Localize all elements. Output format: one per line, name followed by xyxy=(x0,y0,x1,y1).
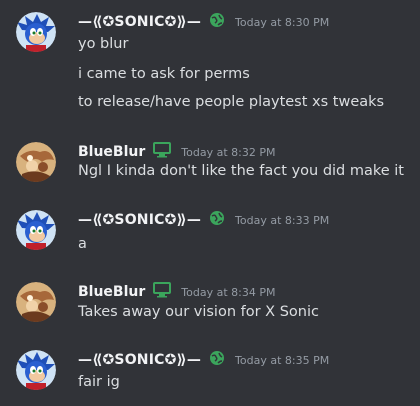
message-header: —⟪✪SONIC✪⟫— Today at 8:33 PM xyxy=(78,210,329,230)
globe-icon xyxy=(209,210,225,230)
username[interactable]: —⟪✪SONIC✪⟫— xyxy=(78,14,201,30)
avatar-blueblur[interactable] xyxy=(16,142,56,182)
timestamp[interactable]: Today at 8:33 PM xyxy=(235,214,329,227)
blueblur-avatar-icon xyxy=(16,282,56,322)
message-header: BlueBlur Today at 8:34 PM xyxy=(78,282,275,302)
blueblur-avatar-icon xyxy=(16,142,56,182)
message-text: to release/have people playtest xs tweak… xyxy=(78,94,385,110)
timestamp[interactable]: Today at 8:35 PM xyxy=(235,354,329,367)
username[interactable]: —⟪✪SONIC✪⟫— xyxy=(78,212,201,228)
username[interactable]: BlueBlur xyxy=(78,144,145,160)
globe-icon xyxy=(209,350,225,370)
message-text: fair ig xyxy=(78,374,120,390)
message-text: yo blur xyxy=(78,36,129,52)
username[interactable]: BlueBlur xyxy=(78,284,145,300)
message-group: BlueBlur Today at 8:34 PM Takes away our… xyxy=(0,272,420,332)
avatar-sonic[interactable] xyxy=(16,350,56,390)
message-text: Ngl I kinda don't like the fact you did … xyxy=(78,163,404,179)
timestamp[interactable]: Today at 8:34 PM xyxy=(181,286,275,299)
sonic-avatar-icon xyxy=(16,12,56,52)
message-text: a xyxy=(78,236,87,252)
monitor-icon xyxy=(153,142,172,162)
sonic-avatar-icon xyxy=(16,350,56,390)
timestamp[interactable]: Today at 8:30 PM xyxy=(235,16,329,29)
message-text: i came to ask for perms xyxy=(78,66,250,82)
avatar-sonic[interactable] xyxy=(16,210,56,250)
monitor-icon xyxy=(153,282,172,302)
message-header: —⟪✪SONIC✪⟫— Today at 8:30 PM xyxy=(78,12,329,32)
sonic-avatar-icon xyxy=(16,210,56,250)
message-header: —⟪✪SONIC✪⟫— Today at 8:35 PM xyxy=(78,350,329,370)
message-group: —⟪✪SONIC✪⟫— Today at 8:33 PM a xyxy=(0,200,420,260)
message-header: BlueBlur Today at 8:32 PM xyxy=(78,142,275,162)
timestamp[interactable]: Today at 8:32 PM xyxy=(181,146,275,159)
message-group: —⟪✪SONIC✪⟫— Today at 8:30 PM yo blur i c… xyxy=(0,0,420,120)
message-text: Takes away our vision for X Sonic xyxy=(78,304,319,320)
avatar-blueblur[interactable] xyxy=(16,282,56,322)
username[interactable]: —⟪✪SONIC✪⟫— xyxy=(78,352,201,368)
globe-icon xyxy=(209,12,225,32)
message-group: —⟪✪SONIC✪⟫— Today at 8:35 PM fair ig xyxy=(0,340,420,406)
avatar-sonic[interactable] xyxy=(16,12,56,52)
message-group: BlueBlur Today at 8:32 PM Ngl I kinda do… xyxy=(0,132,420,192)
